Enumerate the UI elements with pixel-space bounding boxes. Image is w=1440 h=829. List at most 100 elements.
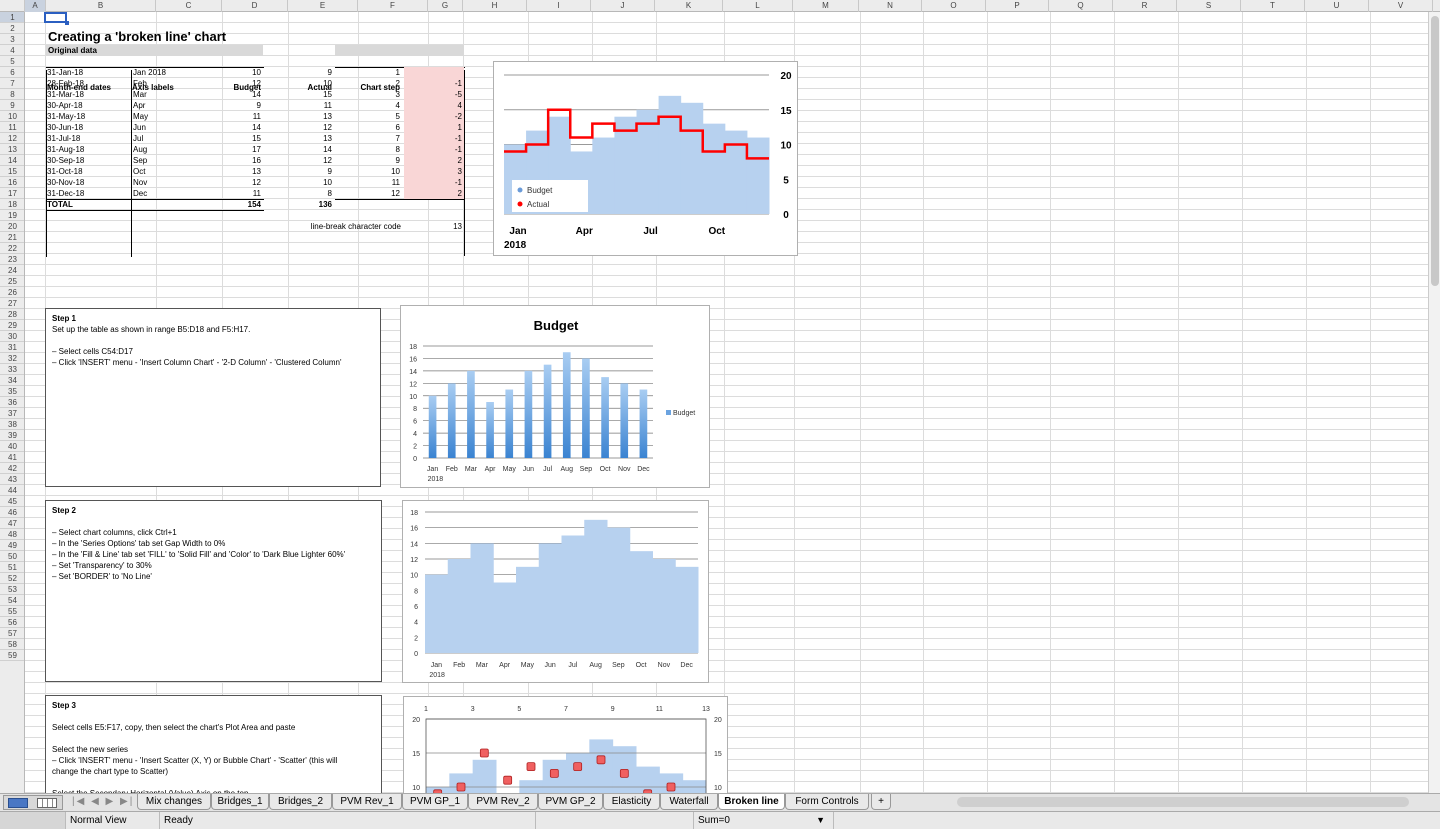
budget-area-column[interactable]: [652, 559, 676, 653]
row-header[interactable]: 46: [0, 507, 24, 518]
budget-column[interactable]: [505, 389, 514, 458]
row-header[interactable]: 16: [0, 177, 24, 188]
budget-area-bar[interactable]: [636, 109, 660, 214]
budget-area-column[interactable]: [629, 551, 653, 653]
sheet-tab[interactable]: Bridges_1: [211, 794, 269, 810]
row-header[interactable]: 17: [0, 188, 24, 199]
actual-scatter-point[interactable]: [596, 755, 606, 765]
column-header[interactable]: T: [1241, 0, 1305, 12]
budget-area-column[interactable]: [470, 543, 494, 653]
column-header[interactable]: M: [793, 0, 859, 12]
gapless-column-chart[interactable]: 0 2 4 6 8 10 12 14 16 18 Jan Feb Mar Apr May Jun Jul Aug S…: [402, 500, 709, 683]
row-header[interactable]: 47: [0, 518, 24, 529]
row-header[interactable]: 27: [0, 298, 24, 309]
fill-handle[interactable]: [65, 21, 69, 25]
row-header[interactable]: 31: [0, 342, 24, 353]
actual-scatter-point[interactable]: [573, 762, 583, 771]
sheet-tab[interactable]: Form Controls: [785, 794, 869, 810]
row-header[interactable]: 2: [0, 23, 24, 34]
budget-area-column[interactable]: [561, 535, 585, 654]
column-header[interactable]: R: [1113, 0, 1177, 12]
column-header[interactable]: Q: [1049, 0, 1113, 12]
row-header[interactable]: 54: [0, 595, 24, 606]
budget-column[interactable]: [639, 389, 648, 458]
budget-area-column[interactable]: [516, 566, 540, 653]
row-header[interactable]: 55: [0, 606, 24, 617]
row-header[interactable]: 35: [0, 386, 24, 397]
column-header[interactable]: D: [222, 0, 288, 12]
column-header[interactable]: U: [1305, 0, 1369, 12]
sheet-tab[interactable]: Broken line: [718, 794, 785, 810]
row-header[interactable]: 22: [0, 243, 24, 254]
sheet-tab[interactable]: Waterfall: [660, 794, 718, 810]
sheet-tab[interactable]: Elasticity: [603, 794, 660, 810]
row-header[interactable]: 6: [0, 67, 24, 78]
page-layout-view-icon[interactable]: [37, 798, 57, 808]
column-header[interactable]: I: [527, 0, 591, 12]
sheet-tab[interactable]: Bridges_2: [269, 794, 332, 810]
column-header[interactable]: O: [922, 0, 986, 12]
column-header[interactable]: K: [655, 0, 723, 12]
row-header[interactable]: 48: [0, 529, 24, 540]
sheet-tab[interactable]: PVM Rev_1: [332, 794, 402, 810]
status-sum[interactable]: Sum=0 ▼: [694, 812, 834, 829]
budget-area-column[interactable]: [493, 582, 517, 654]
row-header[interactable]: 3: [0, 34, 24, 45]
row-header[interactable]: 5: [0, 56, 24, 67]
budget-column[interactable]: [543, 364, 552, 458]
column-header[interactable]: G: [428, 0, 463, 12]
row-header[interactable]: 53: [0, 584, 24, 595]
budget-column[interactable]: [428, 395, 437, 458]
row-header[interactable]: 7: [0, 78, 24, 89]
row-header[interactable]: 37: [0, 408, 24, 419]
budget-area-column[interactable]: [584, 519, 608, 653]
row-header[interactable]: 44: [0, 485, 24, 496]
row-header[interactable]: 45: [0, 496, 24, 507]
column-header[interactable]: V: [1369, 0, 1433, 12]
vertical-scrollbar[interactable]: [1428, 12, 1440, 793]
row-header[interactable]: 13: [0, 144, 24, 155]
sheet-tab[interactable]: PVM Rev_2: [468, 794, 538, 810]
scatter-combo-chart[interactable]: 10 15 20 10 15 20 1 3 5 7 9 11 13: [403, 696, 728, 795]
row-header[interactable]: 33: [0, 364, 24, 375]
budget-column[interactable]: [524, 370, 533, 458]
row-header[interactable]: 8: [0, 89, 24, 100]
column-header[interactable]: W: [1433, 0, 1440, 12]
sheet-tab[interactable]: Mix changes: [137, 794, 211, 810]
actual-scatter-point[interactable]: [503, 775, 513, 785]
budget-area-bar[interactable]: [746, 137, 770, 214]
row-header[interactable]: 21: [0, 232, 24, 243]
actual-scatter-point[interactable]: [456, 782, 466, 792]
row-header[interactable]: 9: [0, 100, 24, 111]
row-header[interactable]: 41: [0, 452, 24, 463]
row-header[interactable]: 23: [0, 254, 24, 265]
row-header[interactable]: 50: [0, 551, 24, 562]
budget-area-bar[interactable]: [702, 123, 726, 214]
active-cell-selection[interactable]: [44, 12, 67, 23]
budget-area-bar[interactable]: [592, 137, 615, 214]
chevron-down-icon[interactable]: ▼: [816, 812, 825, 829]
vertical-scroll-thumb[interactable]: [1431, 16, 1439, 286]
step2-panel[interactable]: Step 2 – Select chart columns, click Ctr…: [45, 500, 382, 682]
row-header[interactable]: 19: [0, 210, 24, 221]
budget-column[interactable]: [467, 370, 475, 458]
row-header[interactable]: 49: [0, 540, 24, 551]
budget-column[interactable]: [582, 358, 590, 458]
row-header[interactable]: 29: [0, 320, 24, 331]
row-header[interactable]: 12: [0, 133, 24, 144]
row-header[interactable]: 52: [0, 573, 24, 584]
actual-scatter-point[interactable]: [526, 762, 536, 771]
actual-scatter-point[interactable]: [619, 769, 629, 778]
budget-area-bar[interactable]: [680, 102, 704, 214]
view-toggle[interactable]: [3, 795, 63, 810]
column-header[interactable]: P: [986, 0, 1049, 12]
row-header[interactable]: 28: [0, 309, 24, 320]
row-header[interactable]: 1: [0, 12, 24, 23]
chart-legend[interactable]: [512, 180, 588, 212]
row-header[interactable]: 10: [0, 111, 24, 122]
column-header[interactable]: S: [1177, 0, 1241, 12]
budget-area-column[interactable]: [566, 753, 590, 795]
column-header[interactable]: A: [25, 0, 46, 12]
row-header[interactable]: 40: [0, 441, 24, 452]
row-header[interactable]: 56: [0, 617, 24, 628]
